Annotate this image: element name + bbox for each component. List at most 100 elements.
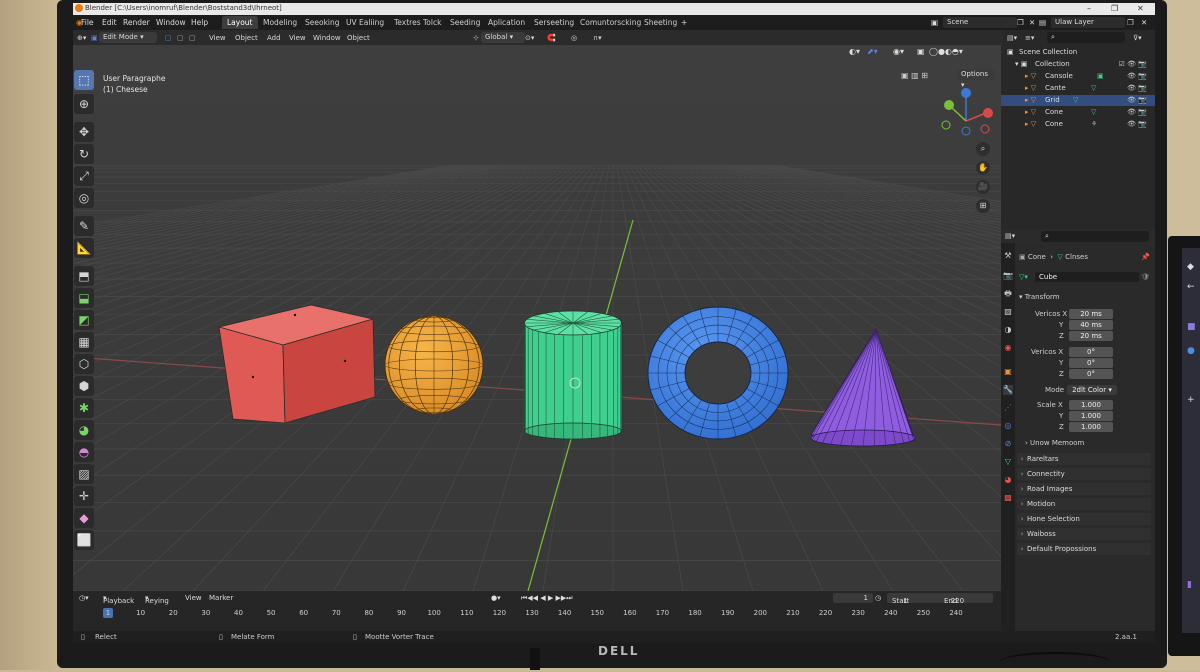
- display-mode-icon[interactable]: ≡▾: [1025, 34, 1034, 42]
- gizmo-toggle-icon[interactable]: ⬈▾: [867, 47, 878, 56]
- menu-select[interactable]: Object: [235, 34, 258, 42]
- scene-selector[interactable]: Scene: [943, 17, 1017, 28]
- scale-x-field[interactable]: 1.000: [1069, 400, 1113, 410]
- tab-sculpting[interactable]: Seeoking: [300, 16, 345, 29]
- edge-select-icon[interactable]: ▢: [177, 34, 184, 42]
- zoom-icon[interactable]: ⌕: [976, 142, 990, 156]
- editor-type-icon[interactable]: ▤▾: [1007, 34, 1017, 42]
- menu-keying[interactable]: Reying ▾: [145, 594, 169, 605]
- outliner-collection[interactable]: ▾ ▣ Collection ☑ 👁 📷: [1001, 59, 1155, 70]
- outliner-item[interactable]: ▸ ▽ Cante ▽ 👁 📷: [1001, 83, 1155, 94]
- vertices-y-field[interactable]: 40 ms: [1069, 320, 1113, 330]
- smooth-icon[interactable]: ◕: [74, 420, 94, 440]
- spin-icon[interactable]: ✱: [74, 398, 94, 418]
- end-frame-field[interactable]: End 220: [939, 593, 993, 605]
- world-tab-icon[interactable]: ◉: [1003, 343, 1013, 353]
- editor-type-icon[interactable]: ◷▾: [79, 594, 89, 602]
- move-icon[interactable]: ✥: [74, 122, 94, 142]
- visibility-icon[interactable]: 👁 📷: [1127, 83, 1147, 94]
- panel-header[interactable]: › Connectity: [1017, 468, 1151, 480]
- visibility-icon[interactable]: 👁 📷: [1127, 95, 1147, 106]
- overlay-toggles[interactable]: ▣ ▥ ⊞: [901, 71, 928, 80]
- outliner-item-selected[interactable]: ▸ ▽ Grid ▽ 👁 📷: [1001, 95, 1155, 106]
- panel-header[interactable]: › Road Images: [1017, 483, 1151, 495]
- bevel-icon[interactable]: ◩: [74, 310, 94, 330]
- panel-header[interactable]: › Motidon: [1017, 498, 1151, 510]
- new-layer-icon[interactable]: ❐: [1127, 18, 1134, 27]
- face-select-icon[interactable]: ▢: [189, 34, 196, 42]
- pan-hand-icon[interactable]: ✋: [976, 161, 990, 175]
- add-cube-icon[interactable]: ⬜: [74, 530, 94, 550]
- scale-y-field[interactable]: 1.000: [1069, 411, 1113, 421]
- tab-rendering[interactable]: Serseeting: [529, 16, 579, 29]
- tab-uv-editing[interactable]: UV Ealiing: [341, 16, 389, 29]
- checkbox-icon[interactable]: ☑ 👁 📷: [1119, 59, 1147, 70]
- menu-marker[interactable]: Marker: [209, 594, 233, 602]
- 3d-viewport[interactable]: ◐▾ ⬈▾ ◉▾ ▣ ◯●◐◓▾ Options ▾ ▣ ▥ ⊞ User Pa…: [73, 45, 1001, 591]
- visibility-icon[interactable]: 👁 📷: [1127, 71, 1147, 82]
- remove-layer-icon[interactable]: ✕: [1141, 18, 1147, 27]
- outliner-item[interactable]: ▸ ▽ Cone ⚘ 👁 📷: [1001, 119, 1155, 130]
- fake-user-icon[interactable]: 🛡: [1141, 273, 1150, 281]
- mode-dropdown[interactable]: Edit Mode ▾: [99, 32, 157, 43]
- menu-edit[interactable]: Edit: [102, 18, 117, 27]
- select-mode-icon[interactable]: ▣: [91, 34, 98, 42]
- panel-header[interactable]: › Hone Selection: [1017, 513, 1151, 525]
- output-tab-icon[interactable]: 🖶: [1003, 289, 1013, 299]
- playback-controls[interactable]: ⏮◀◀ ◀ ▶ ▶▶⏭: [521, 594, 573, 603]
- overlay-icon[interactable]: ◉▾: [893, 47, 904, 56]
- shading-modes-icon[interactable]: ◯●◐◓▾: [929, 47, 963, 56]
- tab-scripting[interactable]: Sheeting: [639, 16, 682, 29]
- cursor-icon[interactable]: ⊕: [74, 94, 94, 114]
- tab-animation[interactable]: Aplication: [483, 16, 530, 29]
- filter-icon[interactable]: ⊽▾: [1133, 34, 1142, 42]
- current-frame-field[interactable]: 1: [833, 593, 873, 603]
- start-frame-field[interactable]: Start 1: [887, 593, 941, 605]
- subpanel-header[interactable]: › Unow Memoom: [1025, 439, 1084, 447]
- measure-icon[interactable]: 📐: [74, 238, 94, 258]
- camera-icon[interactable]: 🎥: [976, 180, 990, 194]
- options-dropdown[interactable]: Options ▾: [957, 69, 995, 89]
- tab-modeling[interactable]: Modeling: [258, 16, 302, 29]
- menu-vertex[interactable]: Window: [313, 34, 341, 42]
- grid-view-icon[interactable]: ⊞: [976, 199, 990, 213]
- extrude-icon[interactable]: ⬒: [74, 266, 94, 286]
- menu-window[interactable]: Window: [156, 18, 186, 27]
- pivot-icon[interactable]: ⊙▾: [525, 34, 534, 42]
- constraints-tab-icon[interactable]: ⊘: [1003, 439, 1013, 449]
- scale-z-field[interactable]: 1.000: [1069, 422, 1113, 432]
- mode-dropdown[interactable]: 2dlt Color ▾: [1067, 385, 1117, 395]
- falloff-icon[interactable]: ∩▾: [593, 34, 602, 42]
- inset-icon[interactable]: ⬓: [74, 288, 94, 308]
- rotation-y-field[interactable]: 0°: [1069, 358, 1113, 368]
- render-tab-icon[interactable]: 📷: [1003, 271, 1013, 281]
- add-workspace-button[interactable]: +: [681, 18, 687, 27]
- menu-help[interactable]: Help: [191, 18, 208, 27]
- record-button[interactable]: ●▾: [491, 594, 501, 602]
- visibility-icon[interactable]: ◐▾: [849, 47, 860, 56]
- xray-icon[interactable]: ▣: [917, 47, 925, 56]
- view-layer-selector[interactable]: Ulaw Layer: [1051, 17, 1125, 28]
- snap-icon[interactable]: 🧲: [547, 34, 556, 42]
- texture-tab-icon[interactable]: ▩: [1003, 493, 1013, 503]
- material-tab-icon[interactable]: ◕: [1003, 475, 1013, 485]
- properties-search[interactable]: ⌕: [1041, 231, 1149, 242]
- scale-icon[interactable]: ⤢: [74, 166, 94, 186]
- shrink-fatten-icon[interactable]: ◓: [74, 442, 94, 462]
- tab-shading[interactable]: Seeding: [445, 16, 485, 29]
- outliner-item[interactable]: ▸ ▽ Cone ▽ 👁 📷: [1001, 107, 1155, 118]
- editor-type-icon[interactable]: ⊕▾: [77, 34, 86, 42]
- tool-tab-icon[interactable]: ⚒: [1003, 251, 1013, 261]
- rotation-z-field[interactable]: 0°: [1069, 369, 1113, 379]
- shear-icon[interactable]: ▨: [74, 464, 94, 484]
- modifier-tab-icon[interactable]: 🔧: [1003, 385, 1013, 395]
- menu-render[interactable]: Render: [123, 18, 150, 27]
- editor-type-icon[interactable]: ▤▾: [1005, 232, 1015, 240]
- data-tab-icon[interactable]: ▽: [1003, 457, 1013, 467]
- scene-tab-icon[interactable]: ◑: [1003, 325, 1013, 335]
- menu-view[interactable]: View: [185, 594, 202, 602]
- outliner-search[interactable]: ⌕: [1047, 32, 1125, 43]
- vertex-select-icon[interactable]: ▢: [165, 34, 172, 42]
- visibility-icon[interactable]: 👁 📷: [1127, 107, 1147, 118]
- view-layer-tab-icon[interactable]: ▧: [1003, 307, 1013, 317]
